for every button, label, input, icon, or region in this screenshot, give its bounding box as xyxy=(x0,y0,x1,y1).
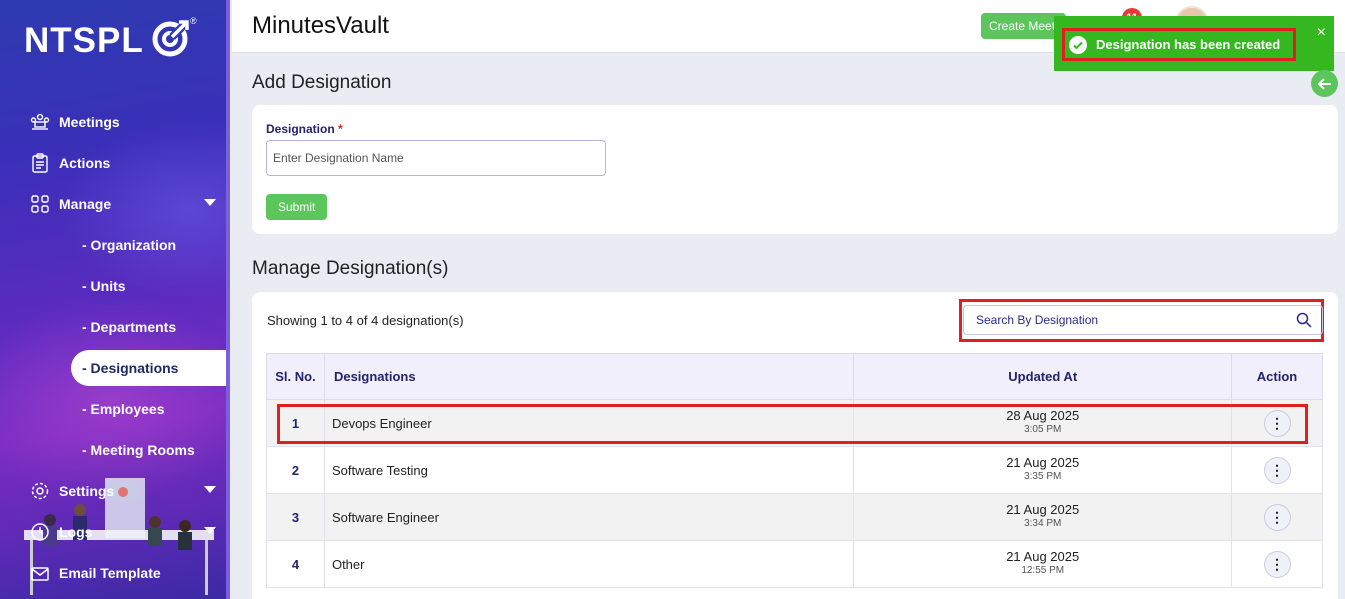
back-arrow-button[interactable] xyxy=(1311,70,1338,97)
row-date: 21 Aug 2025 xyxy=(1006,455,1080,470)
row-updated-at: 21 Aug 2025 3:34 PM xyxy=(853,493,1233,541)
sidebar-item-label: Logs xyxy=(59,524,93,540)
column-header-sl-no: Sl. No. xyxy=(266,353,325,400)
row-action: ⋮ xyxy=(1231,399,1323,447)
more-options-icon[interactable]: ⋮ xyxy=(1263,503,1291,531)
designation-name-input[interactable]: Enter Designation Name xyxy=(266,140,606,176)
column-header-action: Action xyxy=(1231,353,1323,400)
add-designation-card: Designation * Enter Designation Name Sub… xyxy=(252,105,1338,234)
clipboard-icon xyxy=(30,153,50,173)
gear-icon xyxy=(30,481,50,501)
success-toast: Designation has been created × xyxy=(1054,16,1334,71)
sidebar-item-manage[interactable]: Manage xyxy=(30,190,220,218)
add-designation-heading: Add Designation xyxy=(252,72,392,93)
row-updated-at: 21 Aug 2025 12:55 PM xyxy=(853,540,1233,588)
row-sl-no: 1 xyxy=(266,399,325,447)
manage-designations-heading: Manage Designation(s) xyxy=(252,258,449,279)
envelope-icon xyxy=(30,563,50,583)
sidebar-item-label: Settings xyxy=(59,483,115,499)
submit-button[interactable]: Submit xyxy=(266,194,328,220)
row-sl-no: 4 xyxy=(266,540,325,588)
row-date: 21 Aug 2025 xyxy=(1006,502,1080,517)
clock-icon xyxy=(30,522,50,542)
column-header-designations: Designations xyxy=(323,353,855,400)
showing-count: Showing 1 to 4 of 4 designation(s) xyxy=(267,313,464,328)
row-designation: Devops Engineer xyxy=(323,399,855,447)
row-sl-no: 3 xyxy=(266,493,325,541)
designations-table: Sl. No. Designations Updated At Action 1… xyxy=(266,353,1323,588)
required-mark: * xyxy=(338,122,343,136)
sidebar-item-label: Meetings xyxy=(59,114,120,130)
sidebar-subitem-designations[interactable]: - Designations xyxy=(71,350,230,386)
designation-label-text: Designation xyxy=(266,122,335,136)
sidebar-subitem-organization[interactable]: - Organization xyxy=(82,231,176,259)
sidebar-item-actions[interactable]: Actions xyxy=(30,149,110,177)
chevron-down-icon xyxy=(204,486,216,493)
logo[interactable]: NTSPL ® xyxy=(24,16,197,63)
row-updated-at: 28 Aug 2025 3:05 PM xyxy=(853,399,1233,447)
row-designation: Other xyxy=(323,540,855,588)
search-icon[interactable] xyxy=(1296,312,1312,331)
arrow-left-icon xyxy=(1317,77,1331,90)
toast-highlight: Designation has been created xyxy=(1062,28,1296,61)
table-row: 2 Software Testing 21 Aug 2025 3:35 PM ⋮ xyxy=(266,446,1323,494)
sidebar: NTSPL ® Meetings Actions Manage - Organi… xyxy=(0,0,230,599)
sidebar-subitem-units[interactable]: - Units xyxy=(82,272,126,300)
row-time: 12:55 PM xyxy=(1021,565,1065,576)
row-action: ⋮ xyxy=(1231,493,1323,541)
table-row: 1 Devops Engineer 28 Aug 2025 3:05 PM ⋮ xyxy=(266,399,1323,447)
row-sl-no: 2 xyxy=(266,446,325,494)
table-row: 4 Other 21 Aug 2025 12:55 PM ⋮ xyxy=(266,540,1323,588)
row-action: ⋮ xyxy=(1231,540,1323,588)
sidebar-item-meetings[interactable]: Meetings xyxy=(30,108,120,136)
sidebar-item-logs[interactable]: Logs xyxy=(30,518,220,546)
check-circle-icon xyxy=(1069,35,1087,54)
logo-mark-icon xyxy=(150,18,194,63)
designation-label: Designation * xyxy=(266,122,343,136)
row-date: 21 Aug 2025 xyxy=(1006,549,1080,564)
more-options-icon[interactable]: ⋮ xyxy=(1263,550,1291,578)
app-title: MinutesVault xyxy=(252,12,389,39)
row-time: 3:35 PM xyxy=(1024,471,1062,482)
row-time: 3:34 PM xyxy=(1024,518,1062,529)
close-icon[interactable]: × xyxy=(1317,24,1326,42)
sidebar-item-label: Email Template xyxy=(59,565,161,581)
sidebar-subitem-meeting-rooms[interactable]: - Meeting Rooms xyxy=(82,436,195,464)
column-header-updated-at: Updated At xyxy=(853,353,1233,400)
chevron-down-icon xyxy=(204,527,216,534)
logo-text: NTSPL xyxy=(24,20,144,60)
meetings-icon xyxy=(30,112,50,132)
chevron-down-icon xyxy=(204,199,216,206)
sidebar-item-label: Manage xyxy=(59,196,112,212)
row-updated-at: 21 Aug 2025 3:35 PM xyxy=(853,446,1233,494)
sidebar-subitem-departments[interactable]: - Departments xyxy=(82,313,176,341)
row-date: 28 Aug 2025 xyxy=(1006,408,1080,423)
toast-message: Designation has been created xyxy=(1096,37,1281,52)
row-designation: Software Testing xyxy=(323,446,855,494)
sidebar-item-email-template[interactable]: Email Template xyxy=(30,559,161,587)
more-options-icon[interactable]: ⋮ xyxy=(1263,456,1291,484)
manage-designations-card: Showing 1 to 4 of 4 designation(s) Searc… xyxy=(252,292,1338,599)
row-designation: Software Engineer xyxy=(323,493,855,541)
row-action: ⋮ xyxy=(1231,446,1323,494)
more-options-icon[interactable]: ⋮ xyxy=(1263,409,1291,437)
grid-icon xyxy=(30,194,50,214)
table-header-row: Sl. No. Designations Updated At Action xyxy=(266,353,1323,400)
row-time: 3:05 PM xyxy=(1024,424,1062,435)
table-row: 3 Software Engineer 21 Aug 2025 3:34 PM … xyxy=(266,493,1323,541)
search-placeholder: Search By Designation xyxy=(976,313,1099,327)
create-meeting-button[interactable]: Create Meeti xyxy=(981,13,1066,39)
registered-mark: ® xyxy=(190,16,197,26)
sidebar-subitem-employees[interactable]: - Employees xyxy=(82,395,164,423)
sidebar-item-settings[interactable]: Settings xyxy=(30,477,220,505)
search-input[interactable]: Search By Designation xyxy=(963,305,1323,335)
sidebar-item-label: Actions xyxy=(59,155,111,171)
